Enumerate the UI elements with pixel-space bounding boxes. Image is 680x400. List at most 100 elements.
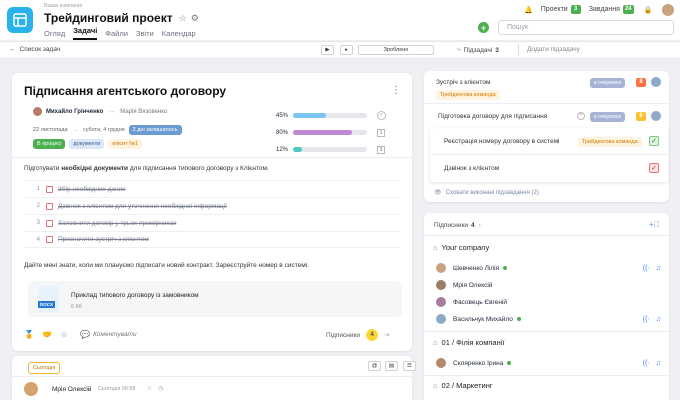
subscriber-row[interactable]: Скляренко Ірина ((· ♫ [436,355,661,371]
filter-icon[interactable]: ☰ [403,361,416,371]
days-left-badge: 2 дні залишилось [128,125,182,135]
checkbox[interactable] [46,219,53,227]
reactions-row: 🏅 🤝 ☺ 💬 Коментувати [24,330,137,339]
date-start: 22 листопада [33,127,68,133]
assignee-name[interactable]: Михайло Грінченко [46,109,103,115]
tab-overview[interactable]: Огляд [44,29,65,38]
subtask-title[interactable]: Підготовка договору для підписання [438,113,547,120]
divider [518,44,519,56]
search-input[interactable]: Пошук [507,24,528,31]
play-button[interactable]: ▶ [321,45,334,55]
search-box[interactable]: Пошук [498,20,674,35]
clock-icon[interactable]: ◷ [158,385,163,392]
dates-row: 22 листопада → субота, 4 грудня 2 дні за… [33,125,182,135]
add-subscriber-icon[interactable]: +⃞ [649,220,660,229]
nested-subtask-row[interactable]: Реєстрація номеру договору в системі Тре… [430,128,668,155]
header-counters: 🔔 Проекти 3 Завдання 24 🔒 [524,5,652,14]
subtasks-icon: ⤷ [457,46,461,53]
mic-icon[interactable]: ((· [643,265,650,272]
progress-pct: 12% [276,146,289,153]
subtasks-card: Зустріч з клієнтом Трейдингова команда в… [424,71,669,202]
tab-tasks[interactable]: Задачі [73,26,98,40]
star-icon[interactable]: ☆ [179,13,187,24]
subtasks-label: Підзадачі [463,46,493,54]
back-link[interactable]: ← Список задач [9,46,60,53]
check-icon[interactable]: ✓ [377,111,386,120]
medal-icon[interactable]: 🏅 [24,330,34,339]
client-tag[interactable]: клієнт №1 [108,139,143,149]
gear-icon[interactable]: ⚙ [191,13,199,24]
mic-icon[interactable]: ((· [643,360,650,367]
bell-icon[interactable]: 🔔 [524,6,533,14]
subtask-row[interactable]: Підготовка договору для підписання ^ в о… [424,104,669,126]
tab-reports[interactable]: Звіти [136,29,154,38]
comment-icon: 💬 [80,330,91,339]
chevron-up-icon[interactable]: ^ [577,112,585,120]
user-avatar[interactable] [662,4,674,16]
add-button[interactable]: + [478,22,489,33]
home-icon: ⌂ [433,338,438,347]
online-dot [503,266,508,270]
bell-icon[interactable]: ♫ [656,265,661,272]
subscriber-avatar [436,358,446,368]
docs-tag[interactable]: документи [69,139,105,149]
task-note: Дайте мені знати, коли ми плануємо підпи… [24,262,309,269]
lock-icon[interactable]: 🔒 [644,6,653,14]
tab-calendar[interactable]: Календар [162,29,196,38]
subtasks-header: ⤷ Підзадачі 3 [457,46,499,54]
subtask-title[interactable]: Реєстрація номеру договору в системі [444,138,559,145]
nested-subtask-row[interactable]: Дзвінок з клієнтом ✓ [430,155,668,182]
task-card: Підписання агентського договору ⋮ Михайл… [12,73,412,351]
subscriber-row[interactable]: Фасовець Євгеній [436,294,661,310]
project-logo-icon [7,7,33,33]
checkbox[interactable] [46,185,53,193]
checkbox[interactable] [46,202,53,210]
subtask-title[interactable]: Дзвінок з клієнтом [444,165,499,172]
hide-done-link[interactable]: 👁 Сховати виконані підзавдання (2) [434,189,539,197]
comment-button[interactable]: Коментувати [93,331,137,338]
done-check-icon[interactable]: ✓ [649,163,659,173]
group-name: Your company [441,243,490,252]
subscriber-row[interactable]: Шевченко Лілія ((· ♫ [436,260,661,276]
subtask-avatar [651,111,661,121]
subtask-row[interactable]: Зустріч з клієнтом Трейдингова команда в… [424,71,669,104]
done-check-icon[interactable]: ✓ [649,136,659,146]
subscriber-row[interactable]: Васильчук Михайло ((· ♫ [436,311,661,327]
subtask-avatar [651,77,661,87]
checkbox[interactable] [46,236,53,243]
star-icon[interactable]: ☆ [147,385,152,392]
back-link-label: Список задач [19,46,61,53]
subscribers-footer[interactable]: Підписники 4 ⇥ [326,329,389,341]
more-icon[interactable]: ⋮ [391,85,401,96]
subscribers-footer-label: Підписники [326,331,361,339]
mic-icon[interactable]: ((· [643,316,650,323]
at-icon[interactable]: @ [368,361,381,371]
bell-icon[interactable]: ♫ [656,316,661,323]
projects-count: 3 [570,5,581,14]
doc-icon[interactable]: ▤ [385,361,398,371]
assignee-avatar [33,107,42,116]
subtask-title[interactable]: Зустріч з клієнтом [436,79,490,86]
done-button[interactable]: Зроблено [358,45,434,55]
subscriber-avatar [436,297,446,307]
smile-icon[interactable]: ☺ [60,330,68,339]
attachment[interactable]: DOCX Приклад типового договору із замовн… [28,281,402,317]
subtask-count: 6 [636,112,646,121]
projects-link[interactable]: Проекти [541,6,568,13]
tab-files[interactable]: Файли [105,29,128,38]
bell-icon[interactable]: ♫ [656,360,661,367]
subscriber-row[interactable]: Мрія Олексій [436,277,661,293]
status-tag[interactable]: В процесі [33,139,66,149]
checklist-item: 1 Збір необхідних даних [24,180,400,197]
next-button[interactable]: ▸ [340,45,353,55]
watcher-name[interactable]: Марія Вязовенко [120,109,167,115]
handshake-icon[interactable]: 🤝 [42,330,52,339]
tasks-link[interactable]: Завдання [589,6,620,13]
divider [424,331,669,332]
comment-author[interactable]: Мрія Олексій [52,386,91,393]
project-title: Трейдинговий проект [44,11,173,25]
task-title: Підписання агентського договору [24,84,227,98]
add-subtask-link[interactable]: Додати підзадачу [527,46,580,53]
leave-icon[interactable]: ⇥ [384,331,389,339]
progress-fill [293,113,327,118]
